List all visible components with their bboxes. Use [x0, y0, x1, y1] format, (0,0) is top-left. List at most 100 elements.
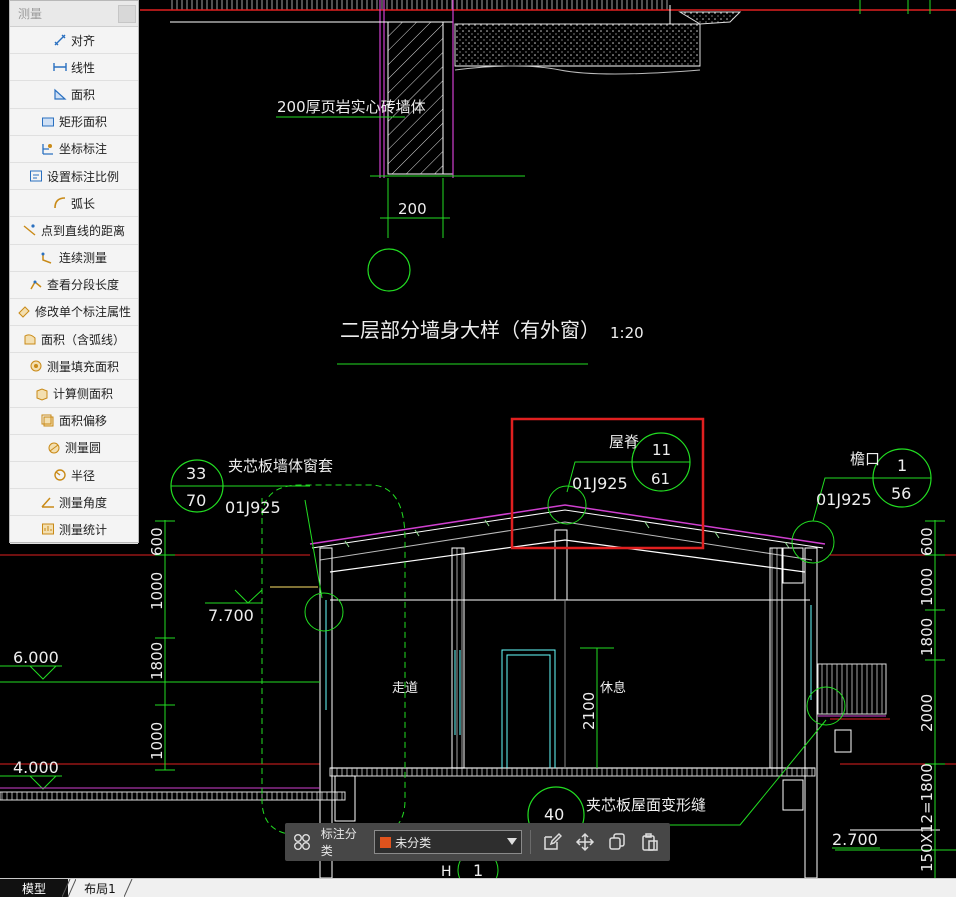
coordinate-annotation-icon: [41, 142, 55, 156]
measure-tool-measure-circle[interactable]: 测量圆: [10, 435, 138, 462]
window-callout-label: 夹芯板墙体窗套: [228, 457, 333, 475]
annotation-category-value: 未分类: [395, 835, 432, 850]
grid-menu-icon[interactable]: [291, 831, 313, 853]
aligned-dimension-icon: [53, 33, 67, 47]
measure-tool-label: 测量填充面积: [46, 359, 119, 374]
tab-layout1[interactable]: 布局1: [70, 879, 130, 897]
window-detail-sheet: 70: [186, 491, 206, 510]
measure-tool-label: 设置标注比例: [46, 169, 119, 184]
measure-tool-label: 矩形面积: [58, 115, 107, 130]
window-detail-ref: 01J925: [225, 498, 281, 517]
eave-detail-number: 1: [897, 456, 907, 475]
measure-tool-fill-area[interactable]: 测量填充面积: [10, 353, 138, 381]
move-icon[interactable]: [572, 829, 598, 855]
measure-tool-area-offset[interactable]: 面积偏移: [10, 408, 138, 435]
measure-tool-label: 点到直线的距离: [40, 223, 125, 238]
linear-dimension-icon: [53, 60, 67, 74]
ridge-label: 屋脊: [609, 433, 639, 451]
measure-tool-radius[interactable]: 半径: [10, 462, 138, 490]
measure-tool-angle[interactable]: 测量角度: [10, 489, 138, 517]
measure-tool-area[interactable]: 面积: [10, 81, 138, 109]
measure-tool-label: 半径: [70, 468, 95, 483]
left-dim-600: 600: [148, 527, 166, 556]
paste-icon[interactable]: [637, 829, 663, 855]
right-dim-1800: 1800: [918, 618, 936, 656]
annotation-toolbar: 标注分类 未分类: [285, 823, 670, 861]
tab-model[interactable]: 模型: [0, 879, 68, 897]
measure-tool-statistics[interactable]: 测量统计: [10, 516, 138, 544]
measure-tool-annotation-scale[interactable]: 设置标注比例: [10, 163, 138, 191]
elevation-7700: 7.700: [208, 606, 254, 625]
dimension-2100: 2100: [580, 692, 598, 730]
annotation-scale-icon: [29, 169, 43, 183]
edit-icon[interactable]: [539, 829, 565, 855]
measure-tool-label: 测量统计: [58, 522, 107, 537]
measure-tool-list: 对齐线性面积矩形面积坐标标注设置标注比例 弧长点到直线的距离 连续测量查看分段长度修…: [10, 27, 138, 544]
measure-panel: 测量 对齐线性面积矩形面积坐标标注设置标注比例 弧长点到直线的距离 连续测量查看分段…: [9, 0, 139, 544]
measure-tool-arc-area[interactable]: 面积（含弧线）: [10, 326, 138, 354]
side-area-icon: [35, 387, 49, 401]
measure-tool-label: 测量圆: [64, 441, 101, 456]
measure-tool-edit-annotation[interactable]: 修改单个标注属性: [10, 299, 138, 327]
roof-joint-detail-number: 40: [544, 805, 564, 824]
left-dim-1000-lower: 1000: [148, 722, 166, 760]
measure-tool-label: 面积（含弧线）: [40, 332, 125, 347]
measure-tool-label: 弧长: [70, 196, 95, 211]
measure-panel-title: 测量: [18, 7, 43, 21]
copy-icon[interactable]: [605, 829, 631, 855]
measure-tool-side-area[interactable]: 计算侧面积: [10, 380, 138, 408]
eave-detail-ref: 01J925: [816, 490, 872, 509]
measure-tool-coordinate-annotation[interactable]: 坐标标注: [10, 136, 138, 163]
angle-icon: [41, 495, 55, 509]
continuous-measure-icon: [41, 251, 55, 265]
measure-tool-label: 线性: [70, 60, 95, 75]
dimension-200: 200: [398, 200, 427, 218]
measure-tool-label: 坐标标注: [58, 142, 107, 157]
ridge-detail-ref: 01J925: [572, 474, 628, 493]
toolbar-divider: [530, 830, 532, 854]
right-dim-2000: 2000: [918, 694, 936, 732]
detail-title: 二层部分墙身大样（有外窗）: [340, 318, 600, 342]
measure-tool-label: 面积偏移: [58, 414, 107, 429]
measure-tool-point-to-line[interactable]: 点到直线的距离: [10, 217, 138, 245]
ridge-detail-sheet: 61: [651, 470, 670, 488]
point-to-line-icon: [23, 223, 37, 237]
elevation-6000: 6.000: [13, 648, 59, 667]
building-section: [0, 417, 956, 878]
elevation-4000: 4.000: [13, 758, 59, 777]
arc-area-icon: [23, 332, 37, 346]
measure-tool-label: 连续测量: [58, 251, 107, 266]
detail-scale: 1:20: [610, 324, 644, 342]
eave-label: 檐口: [850, 450, 880, 468]
roof-joint-label: 夹芯板屋面变形缝: [586, 796, 706, 814]
area-icon: [53, 87, 67, 101]
measure-circle-icon: [47, 441, 61, 455]
measure-panel-header[interactable]: 测量: [10, 1, 138, 27]
measure-tool-label: 修改单个标注属性: [34, 305, 131, 320]
left-dim-1800: 1800: [148, 642, 166, 680]
annotation-category-label: 标注分类: [320, 827, 357, 858]
right-dim-1000: 1000: [918, 568, 936, 606]
measure-tool-segment-length[interactable]: 查看分段长度: [10, 272, 138, 299]
measure-tool-continuous-measure[interactable]: 连续测量: [10, 245, 138, 272]
measure-tool-label: 测量角度: [58, 495, 107, 510]
annotation-category-select[interactable]: 未分类: [374, 830, 523, 854]
statistics-icon: [41, 522, 55, 536]
bottom-detail-number: 1: [473, 861, 483, 878]
elevation-2700: 2.700: [832, 830, 878, 849]
edit-annotation-icon: [17, 305, 31, 319]
panel-close-icon[interactable]: [118, 4, 136, 23]
room-corridor: 走道: [392, 681, 418, 696]
fill-area-icon: [29, 359, 43, 373]
measure-tool-aligned-dimension[interactable]: 对齐: [10, 27, 138, 55]
right-dim-600: 600: [918, 527, 936, 556]
room-rest: 休息: [600, 680, 626, 696]
bottom-detail-mark: H: [441, 864, 452, 878]
cad-drawing-canvas[interactable]: 200厚页岩实心砖墙体 200 二层部分墙身大样（有外窗） 1:20 屋脊 11…: [0, 0, 956, 878]
measure-tool-label: 对齐: [70, 33, 95, 48]
arc-length-icon: [53, 196, 67, 210]
measure-tool-arc-length[interactable]: 弧长: [10, 190, 138, 218]
measure-tool-rectangle-area[interactable]: 矩形面积: [10, 109, 138, 136]
measure-tool-linear-dimension[interactable]: 线性: [10, 54, 138, 82]
segment-length-icon: [29, 278, 43, 292]
